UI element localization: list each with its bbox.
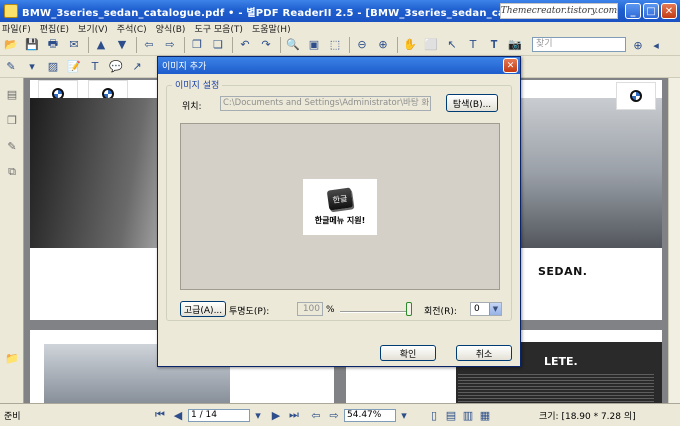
two-page-icon[interactable]: ▥ [460, 407, 476, 423]
textbox-icon[interactable]: T [87, 59, 103, 75]
app-icon [4, 4, 18, 18]
comment-icon[interactable]: 💬 [108, 59, 124, 75]
last-page-icon[interactable]: ⏭ [286, 407, 302, 423]
rotation-select[interactable]: 0 ▼ [470, 302, 502, 316]
rotation-label: 회전(R): [424, 307, 457, 317]
opacity-field[interactable]: 100 [297, 302, 323, 316]
fit-page-icon[interactable]: ▣ [306, 37, 322, 53]
search-input[interactable]: 찾기 [532, 37, 626, 52]
single-page-icon[interactable]: ▯ [426, 407, 442, 423]
zoom-out-icon[interactable]: ⊖ [354, 37, 370, 53]
text-box-icon[interactable]: 𝐓 [486, 37, 502, 53]
menu-form[interactable]: 양식(B) [156, 22, 186, 35]
annotations-icon[interactable]: ✎ [4, 138, 20, 154]
layers-icon[interactable]: ⧉ [4, 164, 20, 180]
prev-page-icon[interactable]: ▲ [93, 37, 109, 53]
hand-tool-icon[interactable]: ✋ [402, 37, 418, 53]
nav-forward-icon[interactable]: ⇨ [326, 407, 342, 423]
first-page-icon[interactable]: ⏮ [152, 407, 168, 423]
fit-width-icon[interactable]: ⬚ [327, 37, 343, 53]
continuous-page-icon[interactable]: ▤ [443, 407, 459, 423]
select-area-icon[interactable]: ⬜ [423, 37, 439, 53]
minimize-button[interactable]: _ [625, 3, 641, 19]
print-icon[interactable]: 🖶 [45, 37, 61, 53]
next-page-icon[interactable]: ▼ [114, 37, 130, 53]
menu-help[interactable]: 도움말(H) [252, 22, 291, 35]
search-options-icon[interactable]: ◂ [648, 37, 664, 53]
browse-button[interactable]: 탐색(B)... [446, 94, 498, 112]
chevron-down-icon[interactable]: ▼ [489, 303, 501, 315]
location-label: 위치: [182, 102, 202, 112]
attachments-icon[interactable]: 📁 [4, 350, 20, 366]
zoom-in-icon[interactable]: ⊕ [375, 37, 391, 53]
preview-caption: 한글메뉴 지원! [314, 215, 366, 225]
page-dropdown-icon[interactable]: ▾ [250, 407, 266, 423]
preview-image: 한글 한글메뉴 지원! [303, 179, 377, 235]
save-icon[interactable]: 💾 [24, 37, 40, 53]
advanced-button[interactable]: 고급(A)... [180, 301, 226, 317]
opacity-slider-track[interactable] [340, 311, 406, 313]
search-next-icon[interactable]: ⊕ [630, 37, 646, 53]
close-button[interactable]: ✕ [661, 3, 677, 19]
bmw-logo-page2 [616, 82, 656, 110]
dialog-title-bar: 이미지 추가 [158, 57, 520, 74]
side-panel: ▤ ❒ ✎ ⧉ 📁 [0, 78, 24, 403]
dropdown-icon[interactable]: ▾ [24, 59, 40, 75]
undo-icon[interactable]: ↶ [237, 37, 253, 53]
pencil-icon[interactable]: ✎ [3, 59, 19, 75]
forward-icon[interactable]: ⇨ [162, 37, 178, 53]
ok-button[interactable]: 확인 [380, 345, 436, 361]
menu-comment[interactable]: 주석(C) [117, 22, 147, 35]
arrow-icon[interactable]: ↗ [129, 59, 145, 75]
watermark: Themecreator.tistory.com [500, 3, 618, 19]
body-text-block [458, 372, 654, 402]
open-folder-icon[interactable]: 📂 [3, 37, 19, 53]
menu-bar: 파일(F) 편집(E) 보기(V) 주석(C) 양식(B) 도구 모음(T) 도… [0, 22, 680, 35]
maximize-button[interactable]: □ [643, 3, 659, 19]
menu-file[interactable]: 파일(F) [2, 22, 31, 35]
zoom-dropdown-icon[interactable]: ▾ [396, 407, 412, 423]
snapshot-icon[interactable]: 📷 [507, 37, 523, 53]
opacity-slider-thumb[interactable] [406, 302, 412, 316]
nav-back-icon[interactable]: ⇦ [308, 407, 324, 423]
pages-icon[interactable]: ▤ [4, 86, 20, 102]
zoom-field[interactable]: 54.47% [344, 408, 396, 422]
title-bar: BMW_3series_sedan_catalogue.pdf • - 별PDF… [0, 0, 680, 22]
dialog-close-button[interactable]: ✕ [503, 58, 518, 73]
next-page-nav-icon[interactable]: ▶ [268, 407, 284, 423]
opacity-label: 투명도(P): [229, 307, 270, 317]
text-select-icon[interactable]: T [465, 37, 481, 53]
note-icon[interactable]: 📝 [66, 59, 82, 75]
two-continuous-icon[interactable]: ▦ [477, 407, 493, 423]
path-field[interactable]: C:\Documents and Settings\Administrator\… [220, 96, 431, 111]
cancel-button[interactable]: 취소 [456, 345, 512, 361]
menu-tools[interactable]: 도구 모음(T) [194, 22, 243, 35]
hangul-key-icon: 한글 [326, 186, 354, 211]
select-tool-icon[interactable]: ↖ [444, 37, 460, 53]
image-preview: 한글 한글메뉴 지원! [180, 123, 500, 290]
vertical-scrollbar[interactable] [668, 78, 680, 403]
sedan-heading: SEDAN. [538, 265, 588, 278]
menu-edit[interactable]: 편집(E) [40, 22, 69, 35]
zoom-icon[interactable]: 🔍 [285, 37, 301, 53]
dialog-title: 이미지 추가 [162, 62, 207, 72]
highlight-icon[interactable]: ▨ [45, 59, 61, 75]
redo-icon[interactable]: ↷ [258, 37, 274, 53]
add-image-dialog: 이미지 추가 ✕ 이미지 설정 위치: C:\Documents and Set… [157, 56, 521, 367]
page-size-label: 크기: [18.90 * 7.28 의] [539, 411, 636, 422]
back-icon[interactable]: ⇦ [141, 37, 157, 53]
email-icon[interactable]: ✉ [66, 37, 82, 53]
opacity-unit: % [326, 305, 335, 315]
group-label: 이미지 설정 [172, 78, 223, 91]
menu-view[interactable]: 보기(V) [78, 22, 108, 35]
prev-page-nav-icon[interactable]: ◀ [170, 407, 186, 423]
paste-page-icon[interactable]: ❏ [210, 37, 226, 53]
lete-heading: LETE. [544, 355, 578, 368]
bookmarks-icon[interactable]: ❒ [4, 112, 20, 128]
rotation-value: 0 [474, 304, 480, 314]
status-bar: 준비 ⏮ ◀ 1 / 14 ▾ ▶ ⏭ ⇦ ⇨ 54.47% ▾ ▯ ▤ ▥ ▦… [0, 403, 680, 426]
status-ready: 준비 [4, 411, 21, 422]
copy-page-icon[interactable]: ❐ [189, 37, 205, 53]
page-number-field[interactable]: 1 / 14 [188, 408, 250, 422]
